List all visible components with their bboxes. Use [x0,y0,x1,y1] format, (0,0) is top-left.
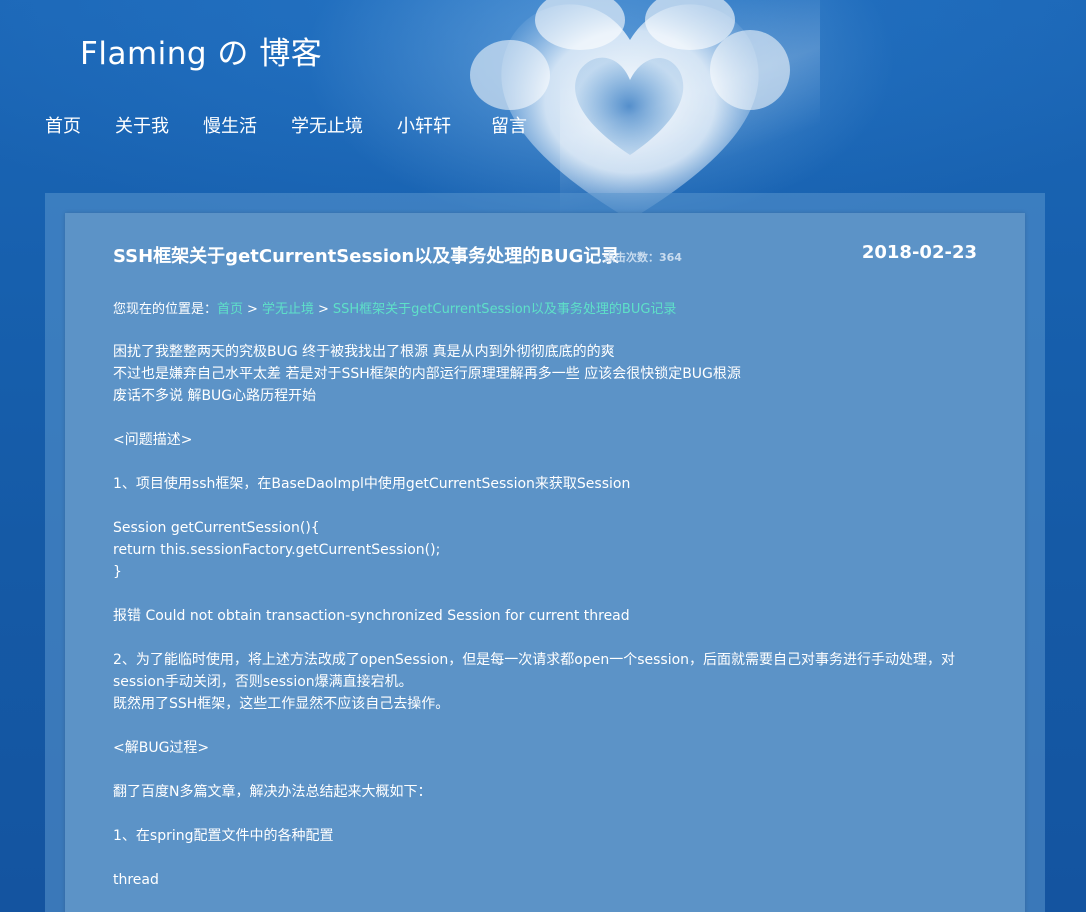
article-line [113,803,973,825]
article-code-line: Session getCurrentSession(){ [113,520,320,536]
nav-item-learning[interactable]: 学无止境 [291,112,363,138]
article-code-line: } [113,564,122,580]
article-line [113,847,973,869]
article-line: 翻了百度N多篇文章，解决办法总结起来大概如下： [113,784,432,800]
nav-item-slow-life[interactable]: 慢生活 [203,112,257,138]
article-body: 困扰了我整整两天的究极BUG 终于被我找出了根源 真是从内到外彻彻底底的的爽 不… [113,341,973,891]
nav-item-about[interactable]: 关于我 [115,112,169,138]
breadcrumb: 您现在的位置是：首页 > 学无止境 > SSH框架关于getCurrentSession… [113,298,676,317]
article-line [113,627,973,649]
nav-item-home[interactable]: 首页 [45,112,81,138]
article-line: 2、为了能临时使用，将上述方法改成了openSession，但是每一次请求都op… [113,652,956,668]
article-line [113,759,973,781]
breadcrumb-learning-link[interactable]: 学无止境 [262,302,314,317]
nav-item-xiaoxuanxuan[interactable]: 小轩轩 [397,112,451,138]
article-section-heading: <解BUG过程> [113,740,210,756]
article-code-line: return this.sessionFactory.getCurrentSes… [113,542,441,558]
article-line: 1、项目使用ssh框架，在BaseDaoImpl中使用getCurrentSes… [113,476,631,492]
nav-item-guestbook[interactable]: 留言 [491,112,527,138]
article-line: session手动关闭，否则session爆满直接宕机。 [113,674,413,690]
article-line [113,451,973,473]
article-line: 既然用了SSH框架，这些工作显然不应该自己去操作。 [113,696,450,712]
article-line [113,495,973,517]
article-line [113,583,973,605]
article-section-heading: <问题描述> [113,432,193,448]
breadcrumb-home-link[interactable]: 首页 [217,302,243,317]
post-header: SSH框架关于getCurrentSession以及事务处理的BUG记录 点击次… [113,242,977,270]
post-date: 2018-02-23 [861,242,977,263]
breadcrumb-separator: > [247,302,258,317]
article-line: 困扰了我整整两天的究极BUG 终于被我找出了根源 真是从内到外彻彻底底的的爽 [113,344,615,360]
article-line [113,715,973,737]
article-line [113,407,973,429]
post-title[interactable]: SSH框架关于getCurrentSession以及事务处理的BUG记录 [113,242,619,268]
article-line: thread [113,872,159,888]
article-line: 报错 Could not obtain transaction-synchron… [113,608,630,624]
article-line: 1、在spring配置文件中的各种配置 [113,828,334,844]
article-line: 不过也是嫌弃自己水平太差 若是对于SSH框架的内部运行原理理解再多一些 应该会很… [113,366,741,382]
article-line: 废话不多说 解BUG心路历程开始 [113,388,317,404]
breadcrumb-current-post-link[interactable]: SSH框架关于getCurrentSession以及事务处理的BUG记录 [333,302,677,317]
breadcrumb-separator: > [317,302,329,317]
main-navigation: 首页 关于我 慢生活 学无止境 小轩轩 留言 [45,112,561,138]
click-count: 点击次数：364 [604,251,682,264]
breadcrumb-prefix: 您现在的位置是： [113,302,218,317]
site-brand[interactable]: Flaming の 博客 [80,28,322,73]
